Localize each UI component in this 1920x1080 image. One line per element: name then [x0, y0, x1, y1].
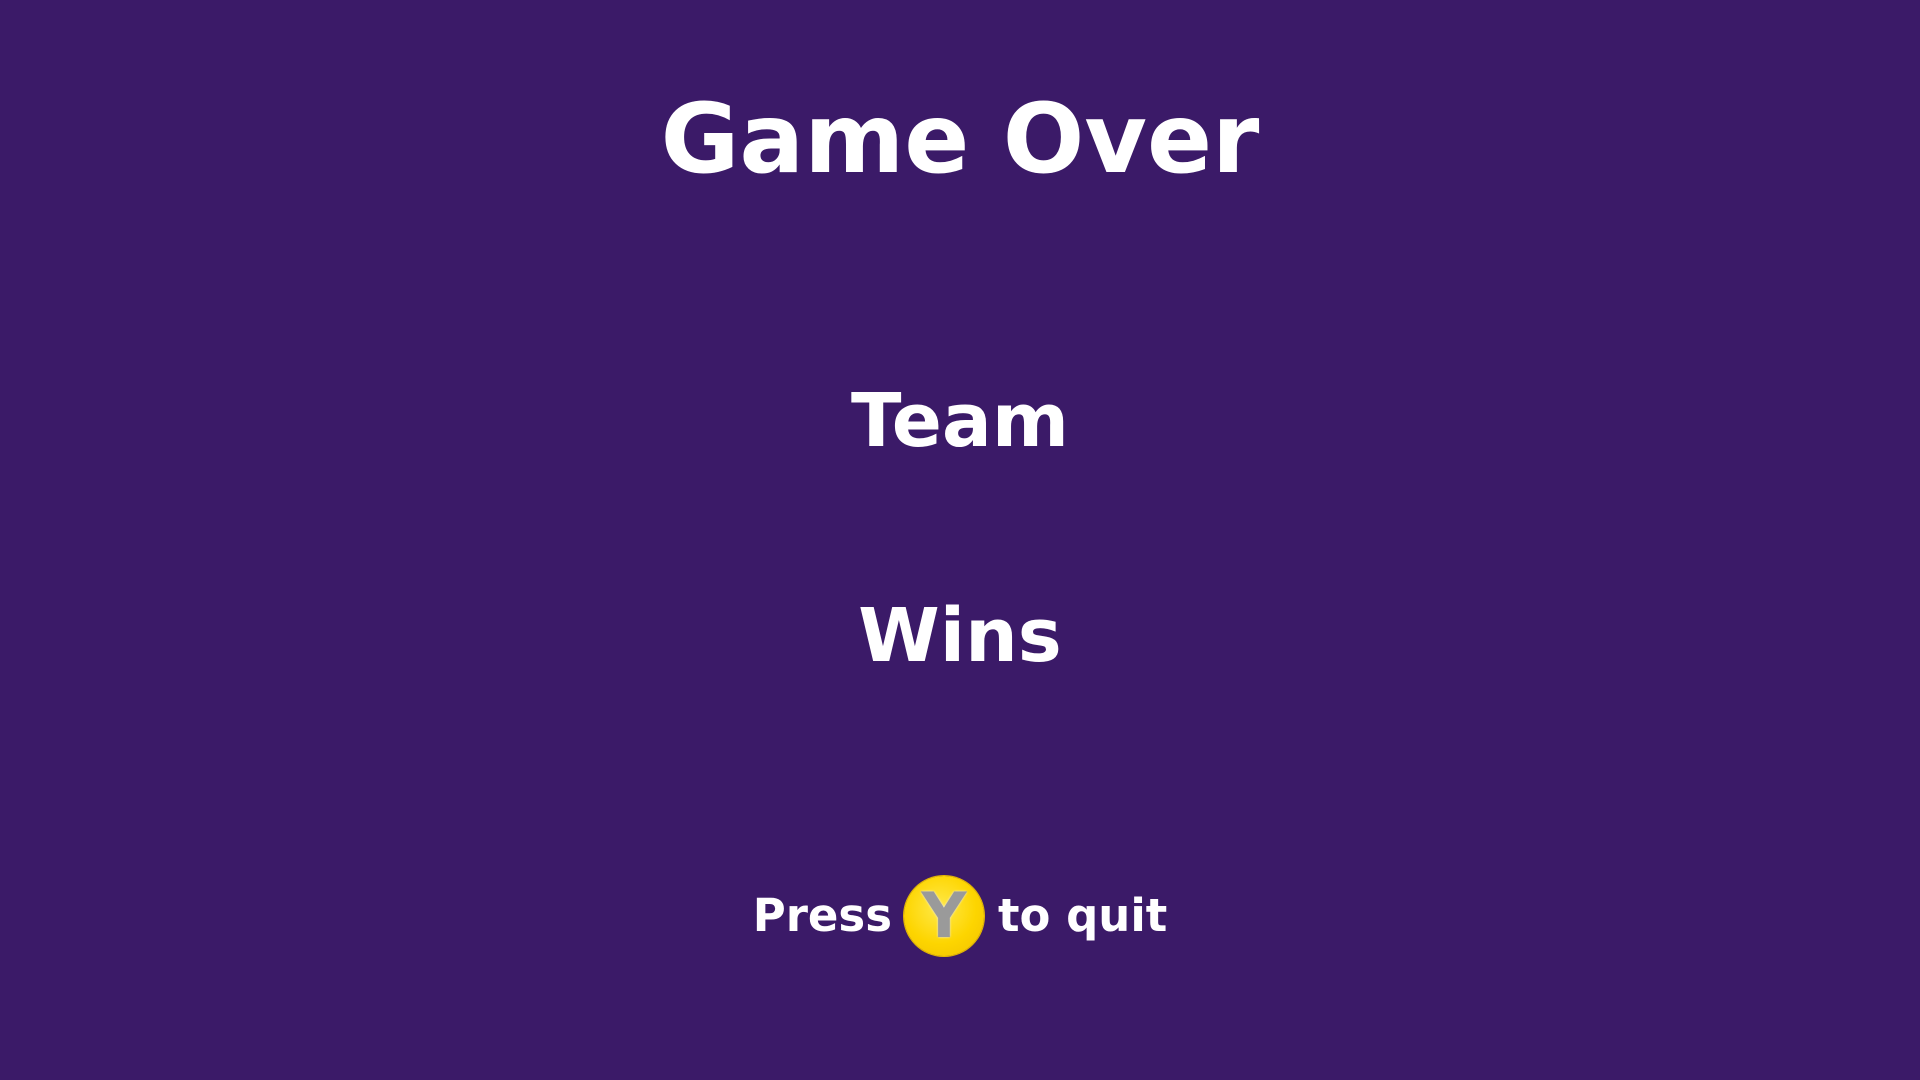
- quit-prompt: Press Y to quit: [0, 874, 1920, 958]
- quit-prompt-press: Press: [752, 889, 892, 942]
- game-over-screen: Game Over Team Wins Press Y to quit: [0, 0, 1920, 1080]
- team-label: Team: [851, 378, 1069, 464]
- game-over-title: Game Over: [660, 83, 1260, 195]
- y-button-icon[interactable]: Y: [903, 876, 984, 956]
- quit-prompt-action: to quit: [997, 889, 1168, 942]
- result-label: Wins: [858, 593, 1062, 679]
